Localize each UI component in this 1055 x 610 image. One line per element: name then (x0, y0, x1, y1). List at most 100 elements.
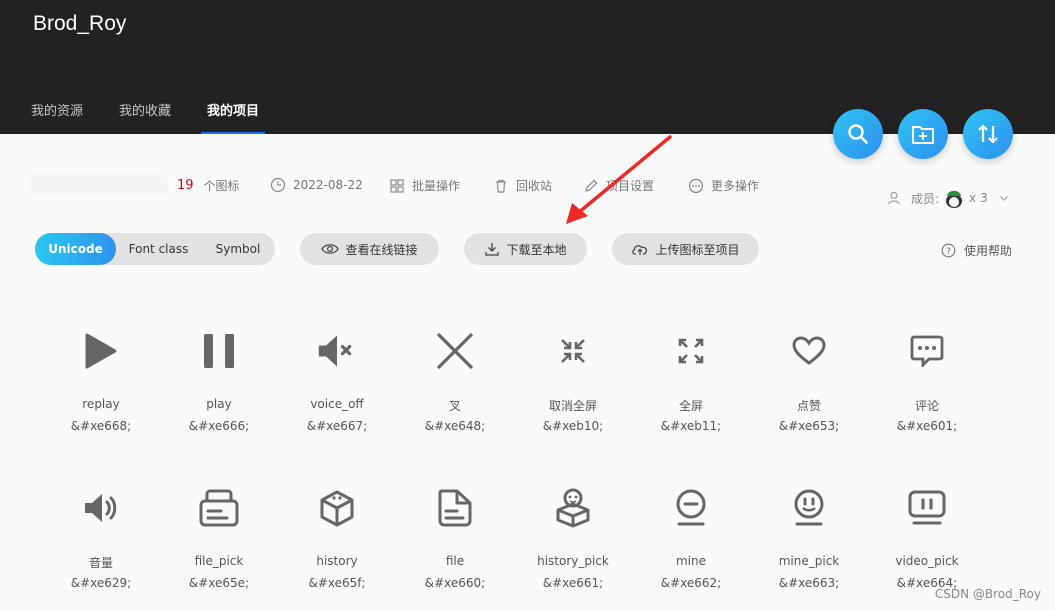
icon-card[interactable]: 音量 &#xe629; (42, 488, 160, 610)
icon-count: 19 个图标 (177, 177, 240, 194)
icon-code: &#xe660; (424, 576, 486, 590)
mine-icon (671, 488, 711, 528)
icon-code: &#xe653; (778, 419, 840, 433)
file-pick-icon (199, 488, 239, 528)
segment-unicode[interactable]: Unicode (35, 233, 116, 265)
icon-card[interactable]: mine &#xe662; (632, 488, 750, 610)
icon-code: &#xe629; (70, 576, 132, 590)
more-dots-icon (688, 178, 704, 193)
icon-card[interactable]: replay &#xe668; (42, 331, 160, 461)
tab-my-projects[interactable]: 我的项目 (201, 100, 266, 134)
download-icon (485, 243, 500, 256)
icon-name: play (206, 397, 232, 411)
upload-icons-button[interactable]: 上传图标至项目 (612, 233, 759, 265)
tab-my-favorites[interactable]: 我的收藏 (119, 100, 171, 134)
icon-name: 点赞 (796, 399, 821, 413)
help-link[interactable]: ? 使用帮助 (941, 242, 1012, 259)
code-type-switch: Unicode Font class Symbol (35, 233, 275, 265)
segment-symbol[interactable]: Symbol (201, 233, 275, 265)
icon-code: &#xe65e; (188, 576, 250, 590)
more-operations-label: 更多操作 (711, 179, 760, 193)
sort-button[interactable] (963, 109, 1013, 159)
icon-name: mine (675, 554, 706, 568)
tab-my-resources[interactable]: 我的资源 (31, 100, 83, 134)
icon-code: &#xe667; (306, 419, 368, 433)
recycle-bin[interactable]: 回收站 (493, 177, 552, 194)
icon-name: mine_pick (778, 554, 840, 568)
icon-name: 取消全屏 (548, 399, 597, 413)
play-triangle-icon (81, 331, 121, 371)
icon-card[interactable]: voice_off &#xe667; (278, 331, 396, 461)
icon-code: &#xe666; (188, 419, 250, 433)
cross-icon (435, 331, 475, 371)
icon-name: 评论 (914, 399, 939, 413)
icon-name: video_pick (895, 554, 959, 568)
view-online-link-button[interactable]: 查看在线链接 (300, 233, 439, 265)
icon-code: &#xe668; (70, 419, 132, 433)
icon-card[interactable]: 评论 &#xe601; (868, 331, 986, 461)
batch-operation[interactable]: 批量操作 (389, 177, 460, 194)
icon-card[interactable]: file &#xe660; (396, 488, 514, 610)
project-settings[interactable]: 项目设置 (583, 177, 654, 194)
search-button[interactable] (833, 109, 883, 159)
icon-code: &#xe663; (778, 576, 840, 590)
add-folder-icon (912, 126, 934, 144)
project-date: 2022-08-22 (270, 177, 363, 193)
file-icon (435, 488, 475, 528)
icon-card[interactable]: history &#xe65f; (278, 488, 396, 610)
add-folder-button[interactable] (898, 109, 948, 159)
icon-card[interactable]: 全屏 &#xeb11; (632, 331, 750, 461)
project-name-redacted (30, 174, 168, 196)
pause-icon (199, 331, 239, 371)
sort-icon (978, 124, 998, 144)
download-local-button[interactable]: 下载至本地 (464, 233, 587, 265)
icon-code: &#xe601; (896, 419, 958, 433)
icon-name: 全屏 (678, 399, 703, 413)
clock-icon (270, 177, 286, 193)
project-members[interactable]: 成员: x 3 (887, 187, 1010, 209)
project-settings-label: 项目设置 (606, 179, 655, 193)
search-icon (848, 124, 868, 144)
icon-name: 叉 (448, 399, 461, 413)
icon-card[interactable]: 点赞 &#xe653; (750, 331, 868, 461)
eye-icon (321, 244, 340, 254)
icon-code: &#xe65f; (308, 576, 366, 590)
icon-code: &#xe662; (660, 576, 722, 590)
icon-name: history_pick (537, 554, 609, 568)
member-avatar-icon (946, 190, 963, 208)
icon-card[interactable]: history_pick &#xe661; (514, 488, 632, 610)
icon-name: file (445, 554, 465, 568)
speaker-volume-icon (81, 488, 121, 528)
icon-count-label: 个图标 (203, 179, 240, 193)
comment-icon (907, 331, 947, 371)
icon-card[interactable]: 叉 &#xe648; (396, 331, 514, 461)
segment-font-class[interactable]: Font class (116, 233, 201, 265)
members-count: x 3 (969, 191, 988, 205)
pencil-icon (585, 179, 598, 192)
icon-name: voice_off (310, 397, 364, 411)
help-label: 使用帮助 (964, 244, 1013, 258)
icon-card[interactable]: play &#xe666; (160, 331, 278, 461)
watermark: CSDN @Brod_Roy (934, 587, 1041, 601)
icon-code: &#xeb10; (542, 419, 604, 433)
mine-pick-icon (789, 488, 829, 528)
cloud-upload-icon (632, 245, 648, 255)
exit-fullscreen-icon (553, 331, 593, 371)
icon-name: 音量 (88, 556, 113, 570)
recycle-bin-label: 回收站 (516, 179, 553, 193)
trash-icon (496, 179, 506, 193)
icon-card[interactable]: mine_pick &#xe663; (750, 488, 868, 610)
fullscreen-icon (671, 331, 711, 371)
icon-name: replay (82, 397, 120, 411)
history-box-icon (317, 488, 357, 528)
chevron-down-icon (999, 196, 1008, 201)
brand-name: Brod_Roy (33, 12, 127, 35)
history-pick-icon (553, 488, 593, 528)
icon-card[interactable]: file_pick &#xe65e; (160, 488, 278, 610)
more-operations[interactable]: 更多操作 (688, 177, 759, 194)
top-header: Brod_Roy 我的资源 我的收藏 我的项目 (0, 0, 1055, 134)
icon-card[interactable]: 取消全屏 &#xeb10; (514, 331, 632, 461)
icon-code: &#xe661; (542, 576, 604, 590)
video-pick-icon (907, 488, 947, 528)
icon-name: file_pick (194, 554, 244, 568)
